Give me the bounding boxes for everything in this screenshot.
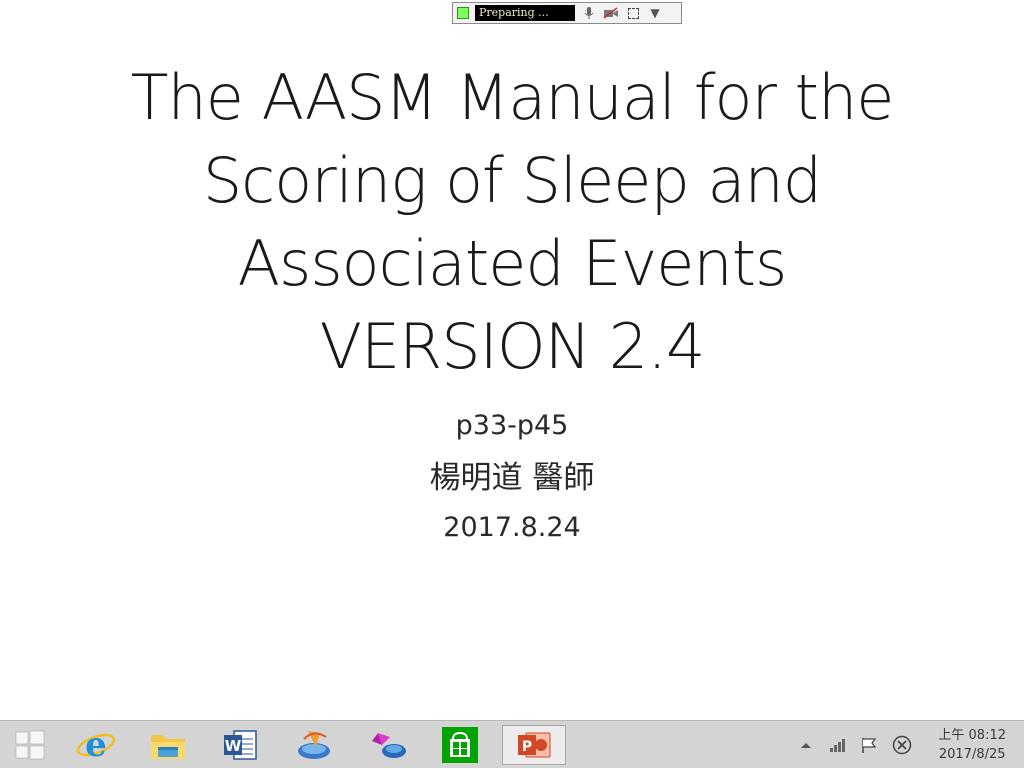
taskbar-file-explorer[interactable] — [140, 725, 196, 765]
network-status-button[interactable] — [826, 721, 850, 769]
chevron-up-icon — [801, 743, 811, 748]
taskbar-cube-app[interactable] — [360, 725, 416, 765]
taskbar-media-app[interactable] — [286, 725, 342, 765]
svg-text:P: P — [522, 739, 532, 755]
action-center-button[interactable] — [856, 721, 882, 769]
title-line: VERSION 2.4 — [319, 310, 706, 383]
svg-text:W: W — [225, 737, 242, 755]
slide-author: 楊明道 醫師 — [429, 460, 595, 496]
recorder-status-text: Preparing ... — [475, 5, 575, 21]
slide-date: 2017.8.24 — [443, 512, 581, 543]
windows-store-icon — [442, 727, 478, 763]
title-line: Scoring of Sleep and — [202, 144, 822, 217]
system-clock[interactable]: 上午 08:12 2017/8/25 — [938, 726, 1006, 764]
microsoft-word-icon: W — [224, 730, 257, 760]
taskbar-windows-store[interactable] — [432, 725, 488, 765]
slide-title: The AASM Manual for the Scoring of Sleep… — [60, 56, 964, 388]
microphone-icon[interactable] — [581, 5, 597, 21]
media-app-icon — [298, 731, 330, 759]
file-explorer-icon — [151, 735, 185, 759]
taskbar-powerpoint[interactable]: P — [502, 725, 566, 765]
screen-recorder-toolbar: Preparing ... ▼ — [452, 2, 682, 24]
cube-app-icon — [372, 733, 406, 758]
camera-disabled-icon[interactable] — [603, 5, 619, 21]
close-status-button[interactable] — [888, 721, 916, 769]
flag-icon — [862, 738, 877, 753]
region-select-icon[interactable] — [625, 5, 641, 21]
close-circle-icon — [892, 735, 912, 755]
internet-explorer-icon: e — [76, 727, 116, 763]
start-button[interactable] — [2, 725, 58, 765]
network-signal-icon — [830, 739, 845, 752]
taskbar: e W P 上午 08:12 2017/8/25 — [0, 720, 1024, 768]
title-line: The AASM Manual for the — [130, 61, 895, 134]
presentation-slide: Preparing ... ▼ The AASM Manual for the … — [0, 0, 1024, 720]
start-button-icon — [15, 730, 45, 760]
dropdown-arrow-icon[interactable]: ▼ — [647, 5, 663, 21]
taskbar-internet-explorer[interactable]: e — [68, 725, 124, 765]
clock-time: 上午 08:12 — [938, 728, 1006, 743]
show-hidden-icons-button[interactable] — [796, 721, 816, 769]
record-indicator-icon[interactable] — [457, 7, 469, 19]
powerpoint-icon: P — [518, 732, 551, 758]
title-line: Associated Events — [237, 227, 788, 300]
svg-text:e: e — [85, 727, 107, 763]
clock-date: 2017/8/25 — [938, 747, 1006, 762]
taskbar-word[interactable]: W — [212, 725, 268, 765]
slide-pages: p33-p45 — [455, 410, 569, 441]
